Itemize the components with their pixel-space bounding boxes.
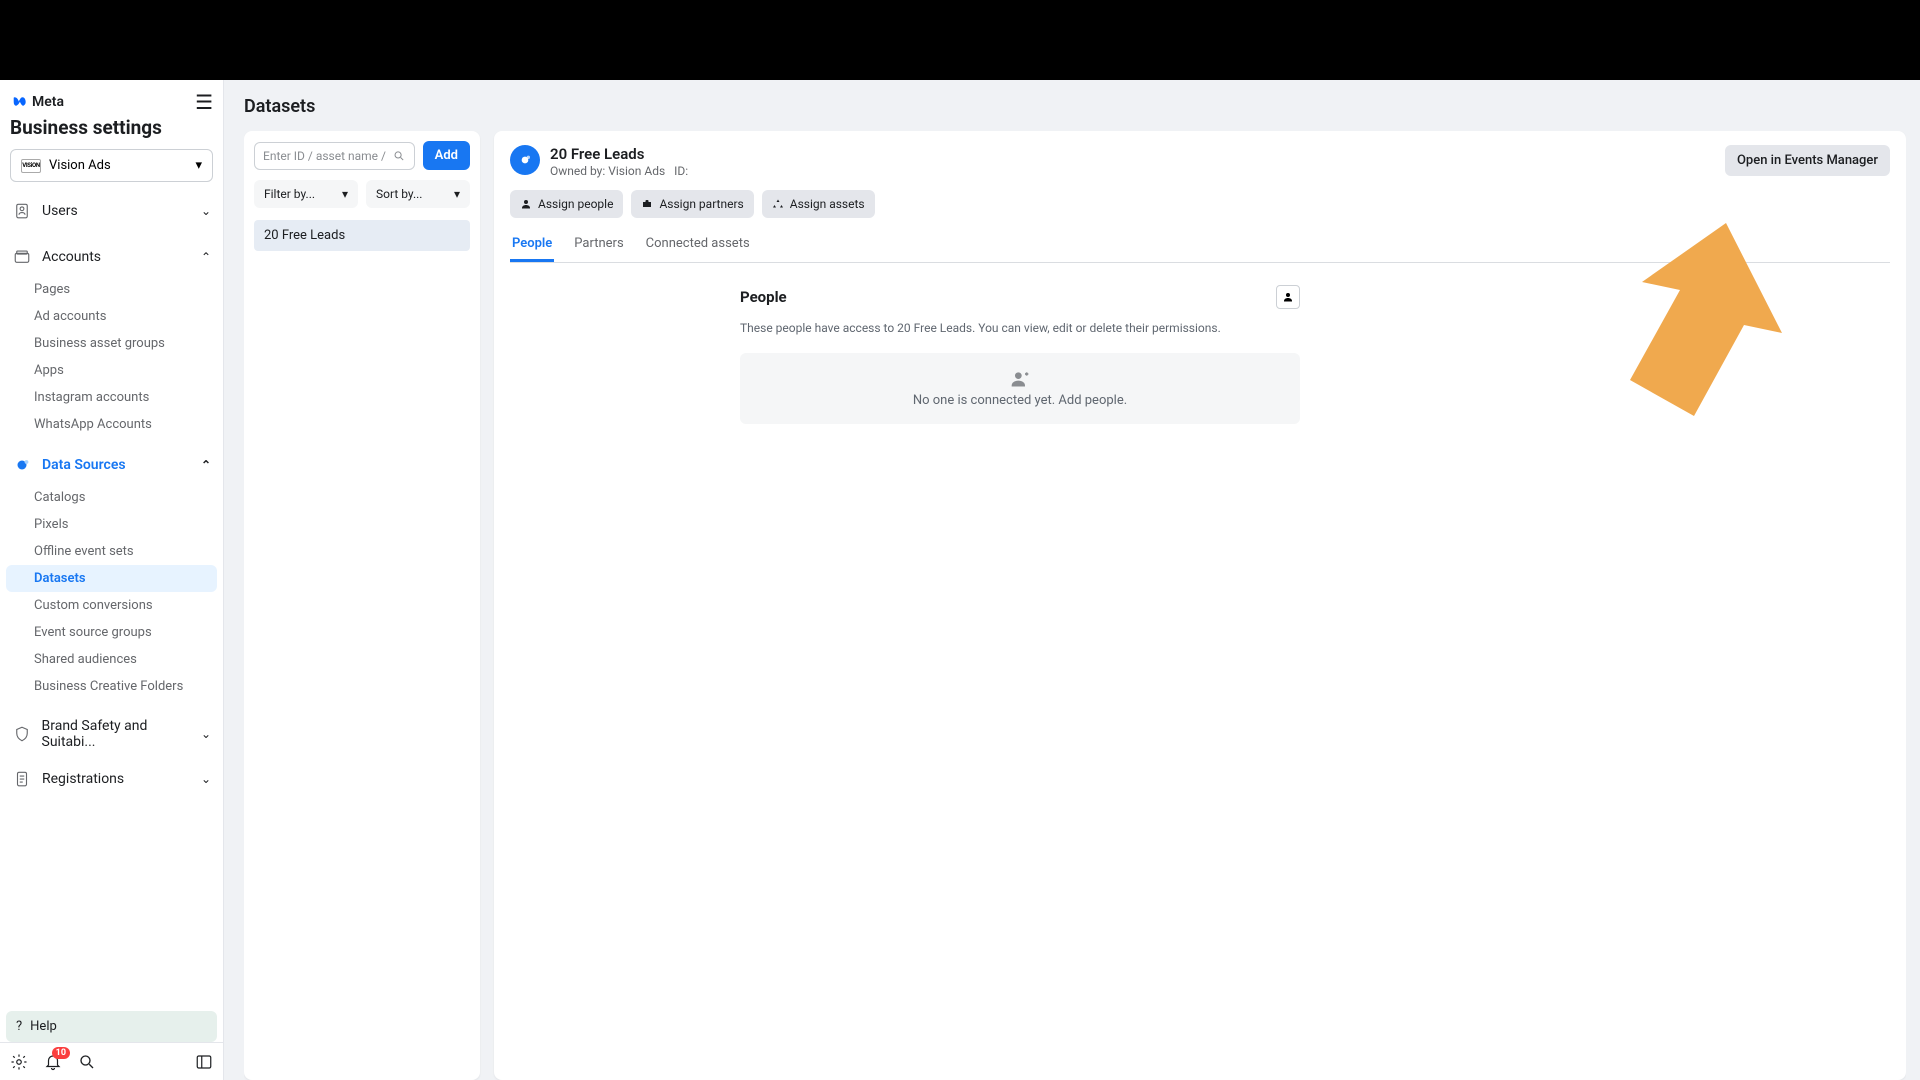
caret-down-icon: ▾ bbox=[454, 187, 460, 201]
dataset-list-item[interactable]: 20 Free Leads bbox=[254, 220, 470, 251]
accounts-subitems: Pages Ad accounts Business asset groups … bbox=[0, 276, 223, 438]
person-icon bbox=[520, 198, 532, 210]
nav-data-sources[interactable]: Data Sources ⌃ bbox=[0, 446, 223, 484]
people-section: People These people have access to 20 Fr… bbox=[740, 285, 1300, 424]
nav-whatsapp-accounts[interactable]: WhatsApp Accounts bbox=[0, 411, 223, 438]
users-icon bbox=[12, 202, 32, 220]
brand-text: Meta bbox=[32, 94, 64, 110]
account-name: Vision Ads bbox=[49, 158, 111, 173]
caret-down-icon: ▾ bbox=[195, 158, 202, 173]
filter-label: Filter by... bbox=[264, 187, 315, 201]
nav-pages[interactable]: Pages bbox=[0, 276, 223, 303]
chevron-up-icon: ⌃ bbox=[201, 250, 211, 264]
nav-registrations-label: Registrations bbox=[42, 771, 124, 787]
panels: Add Filter by... ▾ Sort by... ▾ 20 Free … bbox=[244, 131, 1906, 1080]
brand-logo: Meta bbox=[10, 93, 64, 111]
sort-dropdown[interactable]: Sort by... ▾ bbox=[366, 180, 470, 208]
nav-brand-safety-label: Brand Safety and Suitabi... bbox=[42, 718, 201, 750]
search-icon bbox=[393, 149, 405, 163]
shield-icon bbox=[12, 725, 32, 743]
sidebar-header: Meta ☰ Business settings bbox=[0, 80, 223, 139]
meta-icon bbox=[10, 93, 28, 111]
briefcase-icon bbox=[641, 198, 653, 210]
chevron-up-icon: ⌃ bbox=[201, 458, 211, 472]
nav-users-label: Users bbox=[42, 203, 78, 219]
nav-registrations[interactable]: Registrations ⌄ bbox=[0, 760, 223, 798]
assign-people-button[interactable]: Assign people bbox=[510, 190, 623, 218]
letterbox-top bbox=[0, 0, 1920, 80]
search-input[interactable] bbox=[263, 149, 387, 163]
nav-pixels[interactable]: Pixels bbox=[0, 511, 223, 538]
dataset-name: 20 Free Leads bbox=[550, 145, 688, 163]
assets-icon bbox=[772, 198, 784, 210]
chevron-down-icon: ⌄ bbox=[201, 204, 211, 218]
person-add-icon bbox=[756, 369, 1284, 389]
search-icon[interactable] bbox=[78, 1053, 96, 1071]
page-title: Business settings bbox=[10, 116, 213, 139]
help-icon: ? bbox=[16, 1019, 22, 1034]
tab-people[interactable]: People bbox=[510, 228, 554, 262]
nav-business-asset-groups[interactable]: Business asset groups bbox=[0, 330, 223, 357]
nav-instagram-accounts[interactable]: Instagram accounts bbox=[0, 384, 223, 411]
nav-data-sources-label: Data Sources bbox=[42, 457, 126, 473]
nav-ad-accounts[interactable]: Ad accounts bbox=[0, 303, 223, 330]
nav-accounts[interactable]: Accounts ⌃ bbox=[0, 238, 223, 276]
people-description: These people have access to 20 Free Lead… bbox=[740, 321, 1300, 335]
open-events-manager-button[interactable]: Open in Events Manager bbox=[1725, 145, 1890, 176]
add-button[interactable]: Add bbox=[423, 141, 470, 170]
dataset-detail-panel: 20 Free Leads Owned by: Vision Ads ID: O… bbox=[494, 131, 1906, 1080]
help-button[interactable]: ? Help bbox=[6, 1011, 217, 1042]
hamburger-icon[interactable]: ☰ bbox=[195, 90, 213, 114]
dataset-meta: Owned by: Vision Ads ID: bbox=[550, 164, 688, 178]
settings-icon[interactable] bbox=[10, 1053, 28, 1071]
nav-event-source-groups[interactable]: Event source groups bbox=[0, 619, 223, 646]
search-box[interactable] bbox=[254, 142, 415, 170]
tab-connected-assets[interactable]: Connected assets bbox=[644, 228, 752, 262]
sidebar: Meta ☰ Business settings VISiON Vision A… bbox=[0, 80, 224, 1080]
tab-content: People These people have access to 20 Fr… bbox=[494, 263, 1906, 1080]
nav-users[interactable]: Users ⌄ bbox=[0, 192, 223, 230]
nav-shared-audiences[interactable]: Shared audiences bbox=[0, 646, 223, 673]
account-selector[interactable]: VISiON Vision Ads ▾ bbox=[10, 149, 213, 182]
nav-offline-event-sets[interactable]: Offline event sets bbox=[0, 538, 223, 565]
dataset-icon bbox=[510, 145, 540, 175]
tab-partners[interactable]: Partners bbox=[572, 228, 625, 262]
accounts-icon bbox=[12, 248, 32, 266]
chevron-down-icon: ⌄ bbox=[201, 727, 211, 741]
sidebar-icon-bar: 10 bbox=[0, 1042, 223, 1080]
main-content: Datasets Add Filter by... ▾ Sort bbox=[224, 80, 1920, 1080]
help-label: Help bbox=[30, 1019, 57, 1034]
people-title: People bbox=[740, 288, 787, 306]
main-title: Datasets bbox=[244, 96, 1906, 117]
registrations-icon bbox=[12, 770, 32, 788]
nav-apps[interactable]: Apps bbox=[0, 357, 223, 384]
notification-badge: 10 bbox=[52, 1047, 70, 1059]
nav-catalogs[interactable]: Catalogs bbox=[0, 484, 223, 511]
empty-state: No one is connected yet. Add people. bbox=[740, 353, 1300, 424]
person-icon bbox=[1282, 291, 1294, 303]
app-container: Meta ☰ Business settings VISiON Vision A… bbox=[0, 80, 1920, 1080]
datasets-list-panel: Add Filter by... ▾ Sort by... ▾ 20 Free … bbox=[244, 131, 480, 1080]
data-sources-subitems: Catalogs Pixels Offline event sets Datas… bbox=[0, 484, 223, 700]
sort-label: Sort by... bbox=[376, 187, 422, 201]
data-sources-icon bbox=[12, 456, 32, 474]
nav-datasets[interactable]: Datasets bbox=[6, 565, 217, 592]
nav-brand-safety[interactable]: Brand Safety and Suitabi... ⌄ bbox=[0, 708, 223, 760]
sidebar-nav: Users ⌄ Accounts ⌃ Pages Ad accounts Bus… bbox=[0, 192, 223, 1080]
caret-down-icon: ▾ bbox=[342, 187, 348, 201]
account-logo: VISiON bbox=[21, 159, 41, 173]
chevron-down-icon: ⌄ bbox=[201, 772, 211, 786]
notifications-icon[interactable]: 10 bbox=[44, 1053, 62, 1071]
filter-dropdown[interactable]: Filter by... ▾ bbox=[254, 180, 358, 208]
collapse-sidebar-icon[interactable] bbox=[195, 1053, 213, 1071]
assign-assets-button[interactable]: Assign assets bbox=[762, 190, 875, 218]
empty-text: No one is connected yet. Add people. bbox=[756, 393, 1284, 408]
nav-business-creative-folders[interactable]: Business Creative Folders bbox=[0, 673, 223, 700]
assign-partners-button[interactable]: Assign partners bbox=[631, 190, 753, 218]
nav-accounts-label: Accounts bbox=[42, 249, 101, 265]
add-people-mini-button[interactable] bbox=[1276, 285, 1300, 309]
nav-custom-conversions[interactable]: Custom conversions bbox=[0, 592, 223, 619]
